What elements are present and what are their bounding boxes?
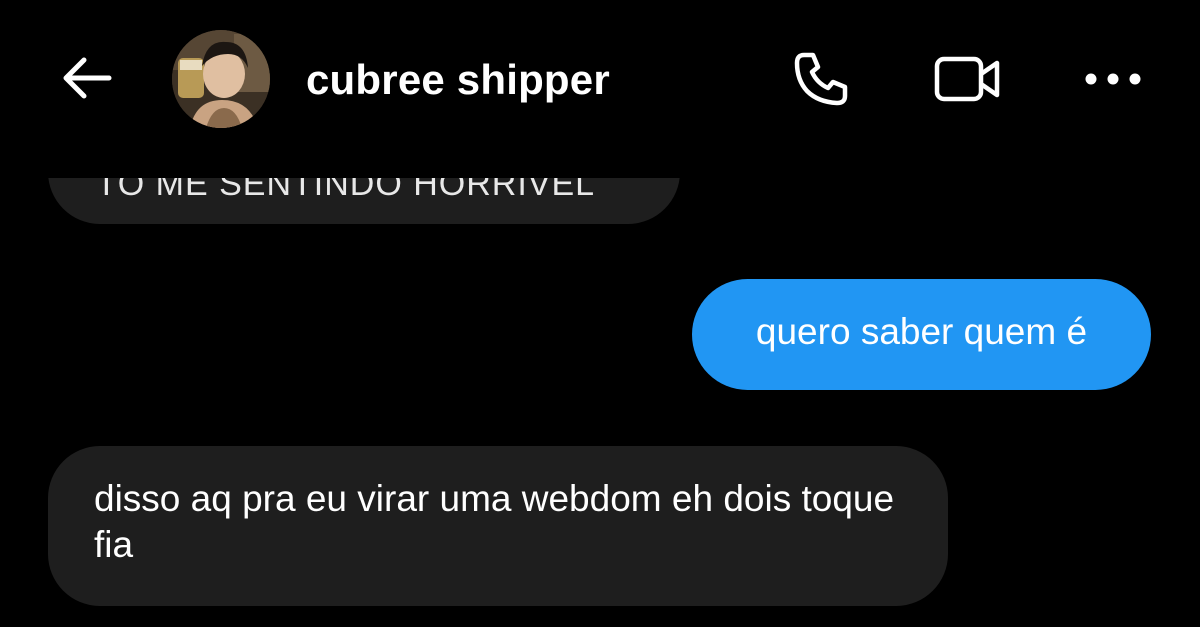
arrow-left-icon	[63, 57, 112, 99]
message-bubble-outgoing[interactable]: quero saber quem é	[692, 279, 1151, 390]
avatar[interactable]	[172, 30, 270, 128]
message-bubble-incoming[interactable]: disso aq pra eu virar uma webdom eh dois…	[48, 446, 948, 606]
avatar-photo	[172, 30, 270, 128]
more-options-button[interactable]	[1080, 56, 1146, 102]
chat-header-overlay: cubree shipper	[0, 0, 1200, 160]
phone-icon	[794, 52, 848, 106]
call-button[interactable]	[788, 48, 854, 110]
video-call-button[interactable]	[930, 48, 1006, 110]
message-text: quero saber quem é	[755, 310, 1088, 352]
message-text: disso aq pra eu virar uma webdom eh dois…	[94, 478, 895, 565]
video-camera-icon	[934, 56, 1000, 102]
contact-name[interactable]: cubree shipper	[306, 54, 610, 106]
back-button[interactable]	[56, 52, 116, 104]
more-horizontal-icon	[1085, 73, 1141, 85]
